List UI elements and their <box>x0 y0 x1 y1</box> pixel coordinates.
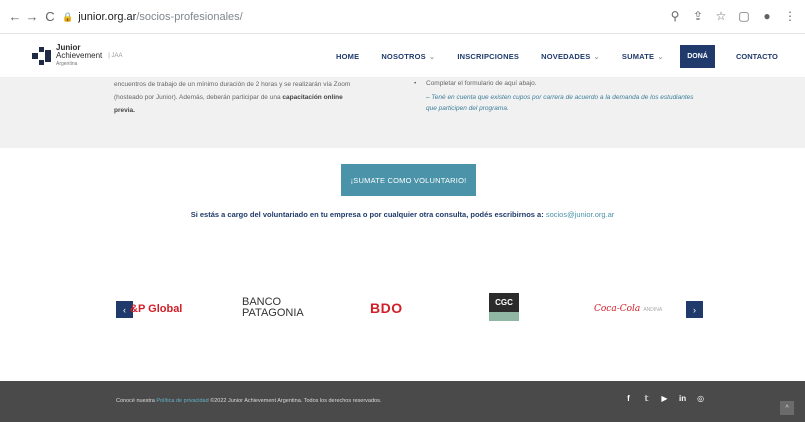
footer-copyright: Conocé nuestra Política de privacidad ©2… <box>116 398 381 404</box>
address-bar[interactable]: 🔒 junior.org.ar /socios-profesionales/ <box>62 6 702 28</box>
step-note: – Tené en cuenta que existen cupos por c… <box>426 94 694 112</box>
url-path: /socios-profesionales/ <box>136 11 243 23</box>
coca-cola-label: Coca-Cola <box>594 304 641 314</box>
browser-toolbar: ← → C 🔒 junior.org.ar /socios-profesiona… <box>0 0 805 34</box>
requirements-line2: (hosteado por Junior). Además, deberán p… <box>114 94 281 101</box>
requirements-line1: encuentros de trabajo de un mínimo durac… <box>114 81 351 88</box>
nav-nosotros[interactable]: NOSOTROS ⌄ <box>381 52 435 61</box>
site-footer: Conocé nuestra Política de privacidad ©2… <box>0 381 805 422</box>
twitter-icon[interactable]: 𝕥 <box>643 394 650 403</box>
forward-icon[interactable]: → <box>25 9 39 25</box>
requirements-line3: previa. <box>114 107 135 114</box>
footer-prefix: Conocé nuestra <box>116 398 155 404</box>
chevron-down-icon: ⌄ <box>657 52 664 61</box>
back-to-top-button[interactable]: ^ <box>780 401 794 415</box>
logo-icon <box>32 45 52 67</box>
facebook-icon[interactable]: f <box>625 394 632 403</box>
chevron-down-icon: ⌄ <box>428 52 436 61</box>
sponsor-bdo-logo: BDO <box>370 300 403 316</box>
bullet-icon: • <box>414 80 417 87</box>
requirements-section: encuentros de trabajo de un mínimo durac… <box>0 78 805 148</box>
nav-inscripciones[interactable]: INSCRIPCIONES <box>457 52 519 61</box>
banco-patagonia-line2: PATAGONIA <box>242 307 304 319</box>
star-icon[interactable]: ☆ <box>714 8 728 24</box>
dona-button[interactable]: DONÁ <box>680 45 715 68</box>
sponsor-cgc-logo: CGC <box>489 293 519 321</box>
requirements-text: encuentros de trabajo de un mínimo durac… <box>114 78 404 117</box>
profile-icon[interactable]: ● <box>760 8 774 24</box>
contact-line: Si estás a cargo del voluntariado en tu … <box>0 210 805 219</box>
main-nav: HOME NOSOTROS ⌄ INSCRIPCIONES NOVEDADES ⌄ … <box>336 35 686 78</box>
site-header: Junior Achievement Argentina | JAA HOME … <box>0 35 805 78</box>
nav-home[interactable]: HOME <box>336 52 359 61</box>
social-links: f 𝕥 ▶ in ◎ <box>625 394 704 403</box>
sponsor-coca-cola-logo: Coca-Cola ANDINA <box>594 304 662 314</box>
sponsor-sp-global-logo: &P Global <box>130 303 183 315</box>
menu-icon[interactable]: ⋮ <box>783 8 797 24</box>
back-icon[interactable]: ← <box>8 9 22 25</box>
sponsor-banco-patagonia-logo: BANCO PATAGONIA <box>242 297 304 319</box>
instagram-icon[interactable]: ◎ <box>697 394 704 403</box>
carousel-next-button[interactable]: › <box>686 301 703 318</box>
footer-suffix: ©2022 Junior Achievement Argentina. Todo… <box>210 398 382 404</box>
logo-line3: Argentina <box>56 61 78 67</box>
url-host: junior.org.ar <box>78 11 137 23</box>
contact-email-link[interactable]: socios@junior.org.ar <box>546 210 614 219</box>
volunteer-button[interactable]: ¡SUMATE COMO VOLUNTARIO! <box>341 164 476 196</box>
nav-sumate[interactable]: SUMATE ⌄ <box>622 52 664 61</box>
step-item: Completar el formulario de aquí abajo. <box>426 80 537 87</box>
requirements-bold: capacitación online <box>282 94 343 101</box>
steps-list: • Completar el formulario de aquí abajo.… <box>414 78 704 114</box>
chevron-down-icon: ⌄ <box>593 52 600 61</box>
linkedin-icon[interactable]: in <box>679 394 686 403</box>
contact-text: Si estás a cargo del voluntariado en tu … <box>190 210 544 219</box>
site-logo[interactable]: Junior Achievement Argentina | JAA <box>32 44 122 68</box>
logo-suffix: | JAA <box>108 53 123 59</box>
logo-line2: Achievement <box>56 51 103 60</box>
logo-text: Junior Achievement Argentina <box>56 44 102 68</box>
search-icon[interactable]: ⚲ <box>668 8 682 24</box>
nav-novedades[interactable]: NOVEDADES ⌄ <box>541 52 600 61</box>
browser-actions: ⚲ ⇪ ☆ ▢ ● ⋮ <box>668 8 797 24</box>
tab-icon[interactable]: ▢ <box>737 8 751 24</box>
youtube-icon[interactable]: ▶ <box>661 394 668 403</box>
share-icon[interactable]: ⇪ <box>691 8 705 24</box>
lock-icon: 🔒 <box>62 11 74 22</box>
cgc-label: CGC <box>495 298 513 307</box>
reload-icon[interactable]: C <box>43 9 57 25</box>
nav-contacto[interactable]: CONTACTO <box>736 35 778 78</box>
privacy-policy-link[interactable]: Política de privacidad <box>156 398 208 404</box>
coca-cola-sub: ANDINA <box>643 307 663 313</box>
